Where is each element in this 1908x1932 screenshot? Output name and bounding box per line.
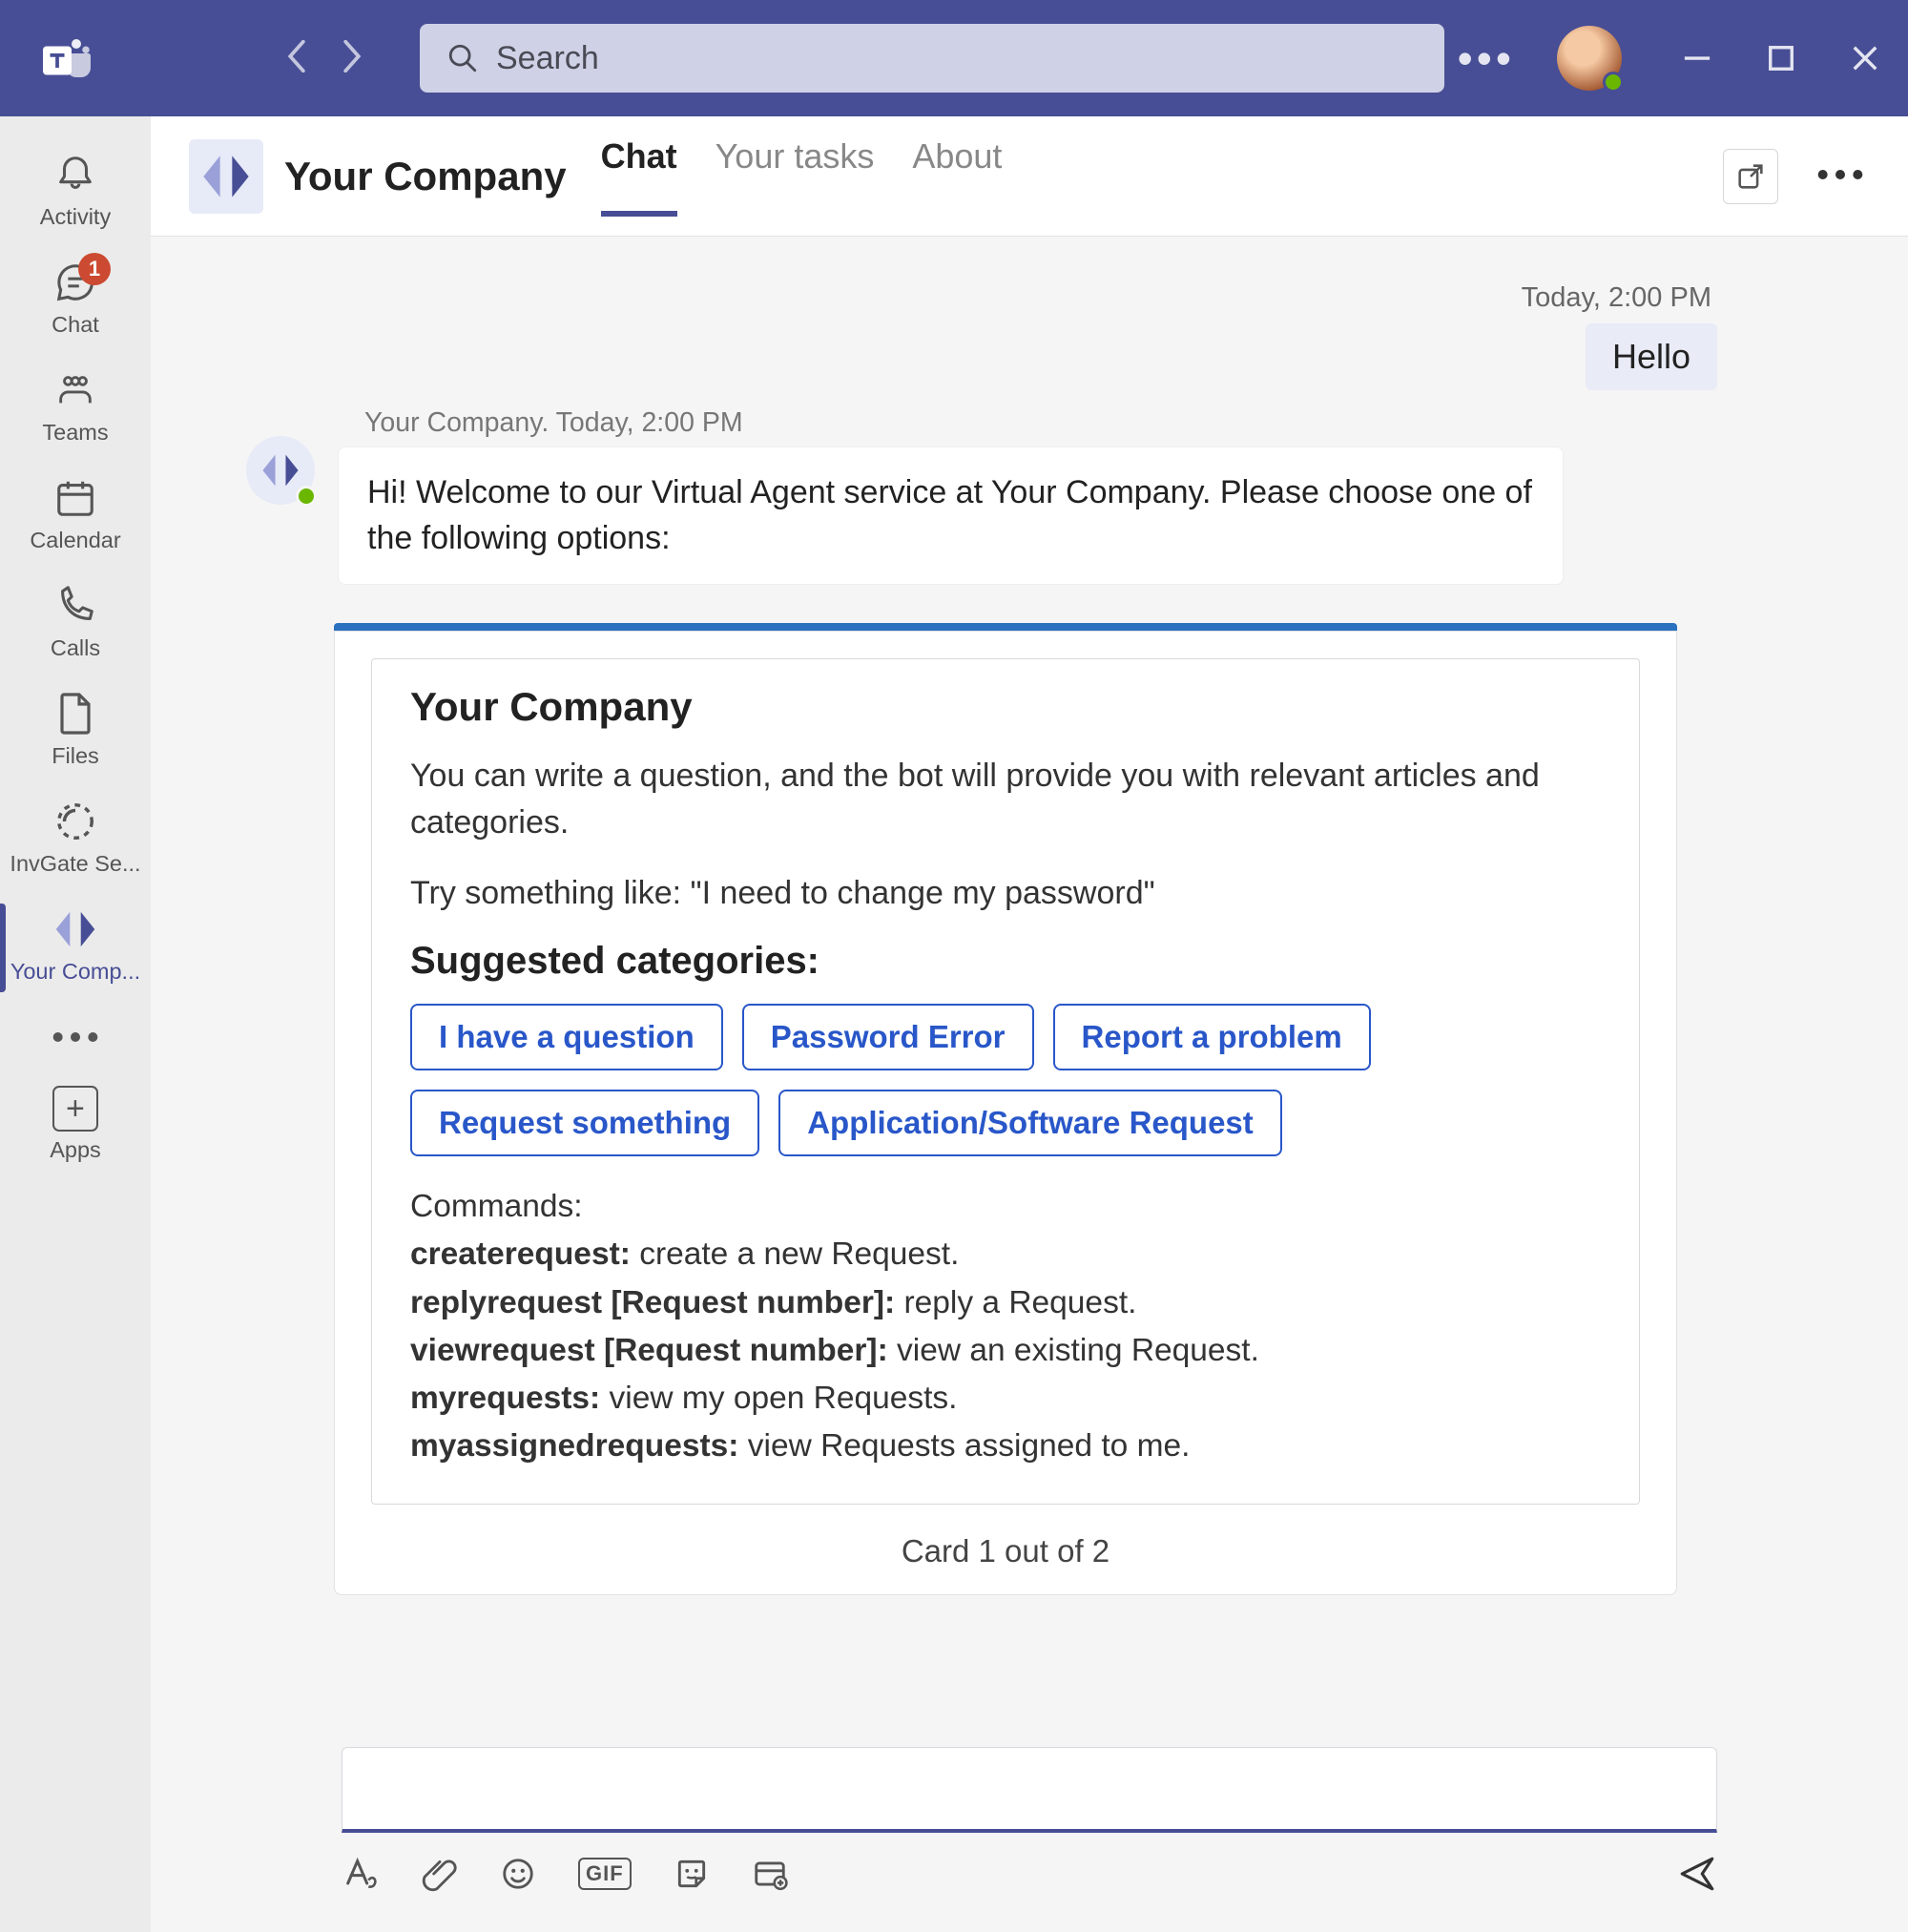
popout-icon [1734, 160, 1767, 193]
content-area: Your Company Chat Your tasks About Today… [151, 116, 1908, 1932]
card-paragraph: You can write a question, and the bot wi… [410, 753, 1601, 847]
card-paragraph: Try something like: "I need to change my… [410, 870, 1601, 917]
more-apps-button[interactable] [752, 1856, 788, 1892]
tab-chat[interactable]: Chat [601, 136, 677, 217]
format-icon [342, 1855, 380, 1893]
header-more-button[interactable] [1816, 168, 1864, 185]
nav-forward-button[interactable] [342, 40, 363, 77]
chip-app-software-request[interactable]: Application/Software Request [778, 1090, 1282, 1156]
commands-heading: Commands: [410, 1183, 1601, 1231]
chip-question[interactable]: I have a question [410, 1004, 723, 1070]
message-input[interactable] [365, 1771, 1693, 1806]
search-box[interactable] [420, 24, 1444, 93]
rail-item-your-company[interactable]: Your Comp... [0, 894, 151, 1002]
rail-more-button[interactable] [52, 1002, 99, 1076]
tab-your-tasks[interactable]: Your tasks [716, 136, 875, 217]
chip-report-problem[interactable]: Report a problem [1053, 1004, 1371, 1070]
file-icon [56, 690, 94, 737]
command-line: myrequests: view my open Requests. [410, 1375, 1601, 1423]
rail-label: Chat [52, 312, 99, 338]
rail-item-calendar[interactable]: Calendar [0, 463, 151, 571]
rail-label: Activity [40, 204, 111, 230]
gif-icon: GIF [578, 1858, 632, 1890]
bot-message-row: Your Company. Today, 2:00 PM Hi! Welcome… [246, 407, 1717, 1595]
profile-avatar[interactable] [1557, 26, 1622, 91]
rail-label: Calls [51, 635, 100, 661]
chat-body[interactable]: Today, 2:00 PM Hello Your Company. Today… [151, 237, 1908, 1728]
attach-button[interactable] [422, 1856, 458, 1892]
rail-label: Files [52, 743, 99, 769]
command-line: createrequest: create a new Request. [410, 1231, 1601, 1278]
rail-label: Your Comp... [10, 959, 140, 985]
card-title: Your Company [410, 684, 1601, 730]
teams-logo-icon [38, 30, 95, 87]
gif-button[interactable]: GIF [578, 1858, 632, 1890]
composer-zone: GIF [151, 1728, 1908, 1932]
popout-button[interactable] [1723, 149, 1778, 204]
command-line: viewrequest [Request number]: view an ex… [410, 1327, 1601, 1375]
teams-icon [53, 366, 97, 414]
bot-message-bubble[interactable]: Hi! Welcome to our Virtual Agent service… [338, 447, 1564, 585]
rail-label: Apps [50, 1137, 101, 1163]
rail-label: Teams [42, 420, 108, 446]
sticker-icon [674, 1856, 710, 1892]
paperclip-icon [422, 1856, 458, 1892]
your-company-icon [52, 905, 98, 953]
command-line: replyrequest [Request number]: reply a R… [410, 1279, 1601, 1327]
suggested-categories: I have a question Password Error Report … [410, 1004, 1601, 1156]
presence-indicator-icon [1603, 72, 1624, 93]
rail-item-invgate[interactable]: InvGate Se... [0, 786, 151, 894]
message-composer[interactable] [342, 1747, 1717, 1833]
emoji-button[interactable] [500, 1856, 536, 1892]
rail-label: Calendar [30, 528, 120, 553]
rail-item-teams[interactable]: Teams [0, 355, 151, 463]
rail-item-files[interactable]: Files [0, 678, 151, 786]
emoji-icon [500, 1856, 536, 1892]
tabs: Chat Your tasks About [601, 136, 1003, 217]
search-input[interactable] [496, 40, 1418, 77]
window-close-button[interactable] [1851, 44, 1879, 73]
adaptive-card: Your Company You can write a question, a… [334, 623, 1677, 1594]
rail-label: InvGate Se... [10, 851, 140, 877]
app-rail: Activity 1 Chat Teams Calendar Calls Fil… [0, 116, 151, 1932]
rail-item-activity[interactable]: Activity [0, 139, 151, 247]
tab-about[interactable]: About [912, 136, 1002, 217]
nav-back-button[interactable] [286, 40, 307, 77]
calendar-icon [53, 474, 97, 522]
user-message-bubble[interactable]: Hello [1586, 323, 1717, 390]
window-minimize-button[interactable] [1683, 44, 1711, 73]
send-button[interactable] [1677, 1854, 1717, 1894]
rail-item-apps[interactable]: + Apps [50, 1086, 101, 1163]
nav-arrows [286, 40, 363, 77]
search-icon [446, 42, 479, 74]
app-name: Your Company [284, 154, 567, 199]
invgate-icon [53, 798, 97, 845]
window-maximize-button[interactable] [1767, 44, 1795, 73]
presence-indicator-icon [296, 486, 317, 507]
phone-icon [53, 582, 97, 630]
rail-item-chat[interactable]: 1 Chat [0, 247, 151, 355]
card-pagination: Card 1 out of 2 [335, 1533, 1676, 1569]
commands-block: Commands: createrequest: create a new Re… [410, 1183, 1601, 1471]
card-plus-icon [752, 1856, 788, 1892]
titlebar: ••• [0, 0, 1908, 116]
chip-password-error[interactable]: Password Error [742, 1004, 1034, 1070]
bot-message-meta: Your Company. Today, 2:00 PM [364, 407, 1717, 439]
window-controls [1683, 44, 1879, 73]
compose-toolbar: GIF [342, 1854, 1717, 1894]
apps-plus-icon: + [52, 1086, 98, 1132]
rail-item-calls[interactable]: Calls [0, 571, 151, 678]
send-icon [1677, 1854, 1717, 1894]
command-line: myassignedrequests: view Requests assign… [410, 1423, 1601, 1470]
sticker-button[interactable] [674, 1856, 710, 1892]
app-icon [189, 139, 263, 214]
format-button[interactable] [342, 1855, 380, 1893]
chip-request-something[interactable]: Request something [410, 1090, 759, 1156]
bot-avatar [246, 436, 315, 505]
bell-icon [53, 151, 97, 198]
card-subtitle: Suggested categories: [410, 940, 1601, 983]
chat-header: Your Company Chat Your tasks About [151, 116, 1908, 237]
chat-badge: 1 [78, 253, 111, 285]
user-message-timestamp: Today, 2:00 PM [342, 282, 1711, 314]
